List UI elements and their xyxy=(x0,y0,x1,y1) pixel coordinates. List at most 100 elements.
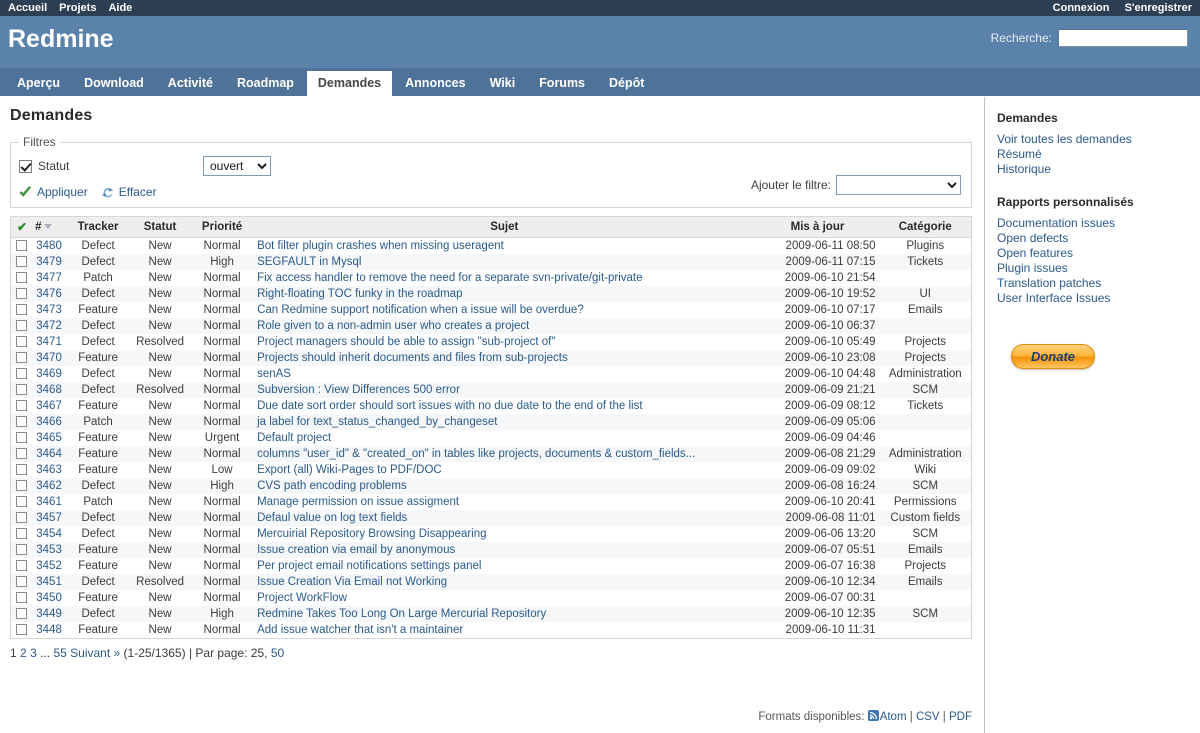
cell-subject[interactable]: Due date sort order should sort issues w… xyxy=(253,398,755,414)
cell-subject[interactable]: Issue Creation Via Email not Working xyxy=(253,574,755,590)
cell-subject-link[interactable]: senAS xyxy=(257,368,291,380)
row-checkbox[interactable] xyxy=(16,240,27,251)
cell-subject[interactable]: Subversion : View Differences 500 error xyxy=(253,382,755,398)
row-checkbox[interactable] xyxy=(16,368,27,379)
cell-id-link[interactable]: 3467 xyxy=(36,400,62,412)
cell-subject[interactable]: Fix access handler to remove the need fo… xyxy=(253,270,755,286)
table-row[interactable]: 3476DefectNewNormalRight-floating TOC fu… xyxy=(11,286,972,302)
cell-id[interactable]: 3466 xyxy=(31,414,67,430)
cell-id[interactable]: 3477 xyxy=(31,270,67,286)
cell-subject[interactable]: Add issue watcher that isn't a maintaine… xyxy=(253,622,755,639)
cell-id[interactable]: 3471 xyxy=(31,334,67,350)
cell-id-link[interactable]: 3457 xyxy=(36,512,62,524)
cell-subject[interactable]: ja label for text_status_changed_by_chan… xyxy=(253,414,755,430)
cell-id[interactable]: 3449 xyxy=(31,606,67,622)
cell-id-link[interactable]: 3461 xyxy=(36,496,62,508)
table-row[interactable]: 3473FeatureNewNormalCan Redmine support … xyxy=(11,302,972,318)
cell-id-link[interactable]: 3465 xyxy=(36,432,62,444)
column-header-updated[interactable]: Mis à jour xyxy=(756,217,880,238)
pagination-page-last[interactable]: 55 xyxy=(53,646,66,660)
table-row[interactable]: 3468DefectResolvedNormalSubversion : Vie… xyxy=(11,382,972,398)
clear-filters-link[interactable]: Effacer xyxy=(119,185,157,199)
row-checkbox[interactable] xyxy=(16,256,27,267)
column-header-category[interactable]: Catégorie xyxy=(880,217,972,238)
column-header-priority[interactable]: Priorité xyxy=(191,217,253,238)
table-row[interactable]: 3449DefectNewHighRedmine Takes Too Long … xyxy=(11,606,972,622)
cell-subject[interactable]: Export (all) Wiki-Pages to PDF/DOC xyxy=(253,462,755,478)
cell-id-link[interactable]: 3479 xyxy=(36,256,62,268)
cell-subject-link[interactable]: Per project email notifications settings… xyxy=(257,560,481,572)
pagination-next[interactable]: Suivant » xyxy=(70,646,120,660)
cell-subject-link[interactable]: Subversion : View Differences 500 error xyxy=(257,384,460,396)
cell-id-link[interactable]: 3473 xyxy=(36,304,62,316)
cell-subject-link[interactable]: Issue creation via email by anonymous xyxy=(257,544,455,556)
table-row[interactable]: 3472DefectNewNormalRole given to a non-a… xyxy=(11,318,972,334)
sidebar-item-open-defects[interactable]: Open defects xyxy=(997,231,1068,245)
cell-id[interactable]: 3451 xyxy=(31,574,67,590)
table-row[interactable]: 3450FeatureNewNormalProject WorkFlow2009… xyxy=(11,590,972,606)
cell-id-link[interactable]: 3462 xyxy=(36,480,62,492)
table-row[interactable]: 3457DefectNewNormalDefaul value on log t… xyxy=(11,510,972,526)
tab-demandes[interactable]: Demandes xyxy=(307,71,392,96)
cell-subject[interactable]: Default project xyxy=(253,430,755,446)
cell-subject-link[interactable]: ja label for text_status_changed_by_chan… xyxy=(257,416,497,428)
cell-id[interactable]: 3476 xyxy=(31,286,67,302)
cell-id[interactable]: 3470 xyxy=(31,350,67,366)
cell-id-link[interactable]: 3466 xyxy=(36,416,62,428)
cell-subject[interactable]: Can Redmine support notification when a … xyxy=(253,302,755,318)
table-row[interactable]: 3452FeatureNewNormalPer project email no… xyxy=(11,558,972,574)
row-checkbox[interactable] xyxy=(16,352,27,363)
cell-subject[interactable]: CVS path encoding problems xyxy=(253,478,755,494)
row-checkbox[interactable] xyxy=(16,560,27,571)
table-row[interactable]: 3465FeatureNewUrgentDefault project2009-… xyxy=(11,430,972,446)
cell-id-link[interactable]: 3472 xyxy=(36,320,62,332)
tab-forums[interactable]: Forums xyxy=(528,71,596,96)
cell-id[interactable]: 3467 xyxy=(31,398,67,414)
sidebar-item-translation-patches[interactable]: Translation patches xyxy=(997,276,1101,290)
row-checkbox[interactable] xyxy=(16,400,27,411)
cell-subject-link[interactable]: Project managers should be able to assig… xyxy=(257,336,555,348)
top-link-login[interactable]: Connexion xyxy=(1053,2,1110,14)
cell-subject[interactable]: Project managers should be able to assig… xyxy=(253,334,755,350)
row-checkbox[interactable] xyxy=(16,544,27,555)
cell-id[interactable]: 3480 xyxy=(31,238,67,255)
cell-id[interactable]: 3469 xyxy=(31,366,67,382)
cell-subject[interactable]: Issue creation via email by anonymous xyxy=(253,542,755,558)
row-checkbox[interactable] xyxy=(16,432,27,443)
sidebar-item-history[interactable]: Historique xyxy=(997,162,1051,176)
cell-id-link[interactable]: 3476 xyxy=(36,288,62,300)
table-row[interactable]: 3454DefectNewNormalMercuirial Repository… xyxy=(11,526,972,542)
cell-subject[interactable]: Projects should inherit documents and fi… xyxy=(253,350,755,366)
row-checkbox[interactable] xyxy=(16,496,27,507)
table-row[interactable]: 3451DefectResolvedNormalIssue Creation V… xyxy=(11,574,972,590)
row-checkbox[interactable] xyxy=(16,576,27,587)
cell-subject-link[interactable]: Mercuirial Repository Browsing Disappear… xyxy=(257,528,486,540)
cell-subject[interactable]: senAS xyxy=(253,366,755,382)
tab-activite[interactable]: Activité xyxy=(157,71,224,96)
cell-subject-link[interactable]: columns "user_id" & "created_on" in tabl… xyxy=(257,448,695,460)
cell-subject[interactable]: Mercuirial Repository Browsing Disappear… xyxy=(253,526,755,542)
table-row[interactable]: 3479DefectNewHighSEGFAULT in Mysql2009-0… xyxy=(11,254,972,270)
cell-subject-link[interactable]: Defaul value on log text fields xyxy=(257,512,407,524)
row-checkbox[interactable] xyxy=(16,384,27,395)
filter-status-select[interactable]: ouvertfermétous xyxy=(203,156,271,176)
cell-subject-link[interactable]: Default project xyxy=(257,432,331,444)
pagination-page-3[interactable]: 3 xyxy=(30,646,37,660)
column-header-id[interactable]: # xyxy=(31,217,67,238)
search-input[interactable] xyxy=(1058,29,1188,47)
cell-id[interactable]: 3461 xyxy=(31,494,67,510)
row-checkbox[interactable] xyxy=(16,336,27,347)
row-checkbox[interactable] xyxy=(16,416,27,427)
cell-subject-link[interactable]: Add issue watcher that isn't a maintaine… xyxy=(257,624,463,636)
sidebar-item-view-all-issues[interactable]: Voir toutes les demandes xyxy=(997,132,1132,146)
column-header-select-all[interactable]: ✔ xyxy=(11,217,32,238)
top-link-register[interactable]: S'enregistrer xyxy=(1125,2,1192,14)
cell-id[interactable]: 3468 xyxy=(31,382,67,398)
pagination-page-2[interactable]: 2 xyxy=(20,646,27,660)
cell-subject[interactable]: Project WorkFlow xyxy=(253,590,755,606)
cell-id-link[interactable]: 3471 xyxy=(36,336,62,348)
cell-id-link[interactable]: 3468 xyxy=(36,384,62,396)
cell-subject[interactable]: columns "user_id" & "created_on" in tabl… xyxy=(253,446,755,462)
pagination-per-page-50[interactable]: 50 xyxy=(271,646,284,660)
cell-subject-link[interactable]: Redmine Takes Too Long On Large Mercuria… xyxy=(257,608,546,620)
